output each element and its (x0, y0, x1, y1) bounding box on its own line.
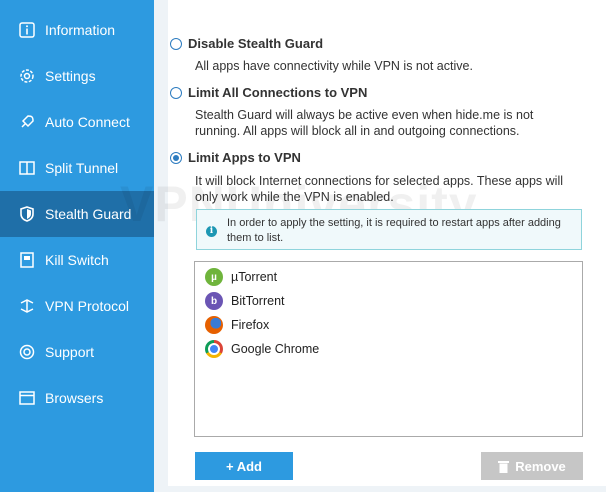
sidebar-item-auto-connect[interactable]: Auto Connect (0, 99, 154, 145)
option-title-limit-apps: Limit Apps to VPN (188, 150, 301, 165)
option-desc-limit-all: Stealth Guard will always be active even… (195, 108, 534, 138)
remove-button-label: Remove (515, 458, 566, 474)
app-name: BitTorrent (231, 294, 285, 308)
sidebar: Information Settings Auto Connect Split … (0, 0, 154, 492)
protocol-icon (18, 297, 36, 315)
gear-icon (18, 67, 36, 85)
browser-icon (18, 389, 36, 407)
list-item[interactable]: Firefox (205, 315, 269, 335)
app-name: µTorrent (231, 270, 278, 284)
info-notice-text: In order to apply the setting, it is req… (227, 217, 561, 244)
sidebar-item-label: Auto Connect (45, 114, 130, 130)
sidebar-item-kill-switch[interactable]: Kill Switch (0, 237, 154, 283)
trash-icon (498, 460, 510, 473)
sidebar-item-support[interactable]: Support (0, 329, 154, 375)
list-item[interactable]: Google Chrome (205, 339, 319, 359)
firefox-icon (205, 316, 223, 334)
add-button-label: + Add (226, 458, 262, 474)
info-icon (18, 21, 36, 39)
lifebuoy-icon (18, 343, 36, 361)
sidebar-item-label: Kill Switch (45, 252, 109, 268)
info-notice: i In order to apply the setting, it is r… (196, 209, 582, 250)
sidebar-item-information[interactable]: Information (0, 7, 154, 53)
radio-limit-all-connections[interactable] (170, 87, 182, 99)
sidebar-item-label: Information (45, 22, 116, 38)
sidebar-item-label: Split Tunnel (45, 160, 119, 176)
app-name: Firefox (231, 318, 270, 332)
app-name: Google Chrome (231, 342, 320, 356)
rocket-icon (18, 113, 36, 131)
sidebar-item-label: Stealth Guard (45, 206, 132, 222)
sidebar-item-label: VPN Protocol (45, 298, 130, 314)
split-icon (18, 159, 36, 177)
option-title-limit-all: Limit All Connections to VPN (188, 85, 368, 100)
sidebar-item-label: Settings (45, 68, 96, 84)
content-border (154, 0, 168, 492)
shield-icon (18, 205, 36, 223)
chrome-icon (205, 340, 223, 358)
option-title-disable: Disable Stealth Guard (188, 36, 324, 51)
bittorrent-icon: b (205, 292, 223, 310)
sidebar-item-label: Browsers (45, 390, 104, 406)
utorrent-icon: µ (205, 268, 223, 286)
option-desc-limit-apps: It will block Internet connections for s… (195, 174, 564, 204)
content-bottom-border (154, 486, 606, 492)
sidebar-item-settings[interactable]: Settings (0, 53, 154, 99)
radio-limit-apps[interactable] (170, 152, 182, 164)
sidebar-item-vpn-protocol[interactable]: VPN Protocol (0, 283, 154, 329)
remove-app-button[interactable]: Remove (481, 452, 583, 480)
kill-switch-icon (18, 251, 36, 269)
option-desc-disable: All apps have connectivity while VPN is … (195, 59, 473, 73)
sidebar-item-label: Support (45, 344, 95, 360)
radio-disable-stealth-guard[interactable] (170, 38, 182, 50)
app-list[interactable]: µ µTorrent b BitTorrent Firefox Google C… (194, 261, 583, 437)
list-item[interactable]: µ µTorrent (205, 267, 277, 287)
add-app-button[interactable]: + Add (195, 452, 293, 480)
list-item[interactable]: b BitTorrent (205, 291, 285, 311)
info-circle-icon: i (206, 226, 217, 237)
sidebar-item-browsers[interactable]: Browsers (0, 375, 154, 421)
